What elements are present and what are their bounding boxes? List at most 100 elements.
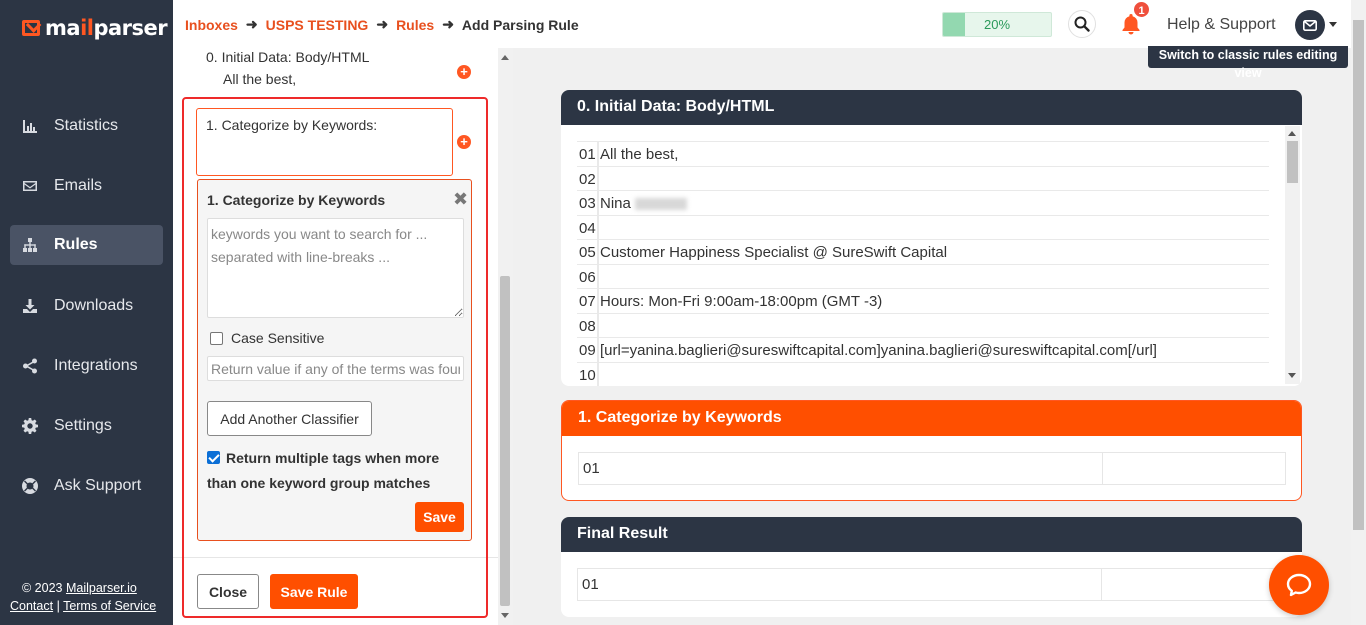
line-text bbox=[598, 362, 1269, 386]
list-item: 10 bbox=[577, 361, 1269, 386]
search-button[interactable] bbox=[1068, 10, 1096, 38]
line-content: Customer Happiness Specialist @ SureSwif… bbox=[600, 244, 948, 261]
add-step-icon[interactable]: + bbox=[457, 65, 471, 79]
scroll-down-icon[interactable] bbox=[501, 613, 509, 618]
table-row: 01 bbox=[577, 568, 1285, 601]
line-text bbox=[598, 264, 1269, 288]
list-item: 08 bbox=[577, 312, 1269, 338]
top-bar: Inboxes ➜ USPS TESTING ➜ Rules ➜ Add Par… bbox=[173, 0, 1366, 48]
highlight-outline bbox=[182, 97, 488, 618]
page-title: Add Parsing Rule bbox=[461, 16, 579, 33]
sidebar-item-downloads[interactable]: Downloads bbox=[10, 286, 163, 326]
sidebar-item-settings[interactable]: Settings bbox=[10, 406, 163, 446]
classic-view-button[interactable]: Switch to classic rules editing view bbox=[1148, 46, 1348, 80]
list-item: 07 Hours: Mon-Fri 9:00am-18:00pm (GMT -3) bbox=[577, 288, 1269, 314]
sidebar-item-integrations[interactable]: Integrations bbox=[10, 346, 163, 386]
line-number: 10 bbox=[577, 362, 598, 386]
arrow-right-icon: ➜ bbox=[376, 16, 389, 32]
chevron-down-icon[interactable] bbox=[1329, 22, 1337, 27]
list-item: 04 bbox=[577, 214, 1269, 240]
help-support-link[interactable]: Help & Support bbox=[1167, 16, 1276, 34]
sidebar-item-rules[interactable]: Rules bbox=[10, 225, 163, 265]
rule-step-initial-data[interactable]: 0. Initial Data: Body/HTML All the best, bbox=[206, 46, 369, 90]
final-result-card: Final Result 01 bbox=[561, 517, 1302, 617]
row-value bbox=[1102, 569, 1284, 600]
search-icon bbox=[1074, 16, 1090, 32]
terms-link[interactable]: Terms of Service bbox=[63, 599, 156, 613]
scrollbar-thumb[interactable] bbox=[1287, 141, 1298, 183]
list-item: 01 All the best, bbox=[577, 141, 1269, 167]
row-number: 01 bbox=[579, 453, 1103, 484]
categorize-card: 1. Categorize by Keywords 01 bbox=[561, 400, 1302, 501]
line-text bbox=[598, 313, 1269, 337]
mailparser-link[interactable]: Mailparser.io bbox=[66, 581, 137, 595]
list-item: 05 Customer Happiness Specialist @ SureSw… bbox=[577, 239, 1269, 265]
line-content: All the best, bbox=[600, 146, 679, 163]
line-text bbox=[598, 166, 1269, 190]
page-scrollbar[interactable] bbox=[1351, 0, 1366, 625]
initial-data-scrollbar[interactable] bbox=[1285, 126, 1300, 384]
usage-progress-bar[interactable]: 20% bbox=[942, 12, 1052, 37]
footer-separator: | bbox=[53, 599, 64, 613]
envelope-icon bbox=[1303, 19, 1317, 31]
line-number: 09 bbox=[577, 338, 598, 362]
logo-text: mailparser bbox=[45, 16, 168, 40]
progress-label: 20% bbox=[983, 17, 1011, 32]
sidebar-item-label: Downloads bbox=[54, 297, 134, 314]
scrollbar-thumb[interactable] bbox=[1353, 20, 1364, 530]
step-title: 0. Initial Data: Body/HTML bbox=[206, 49, 370, 65]
chat-support-button[interactable] bbox=[1269, 555, 1329, 615]
line-text: [url=yanina.baglieri@sureswiftcapital.co… bbox=[598, 338, 1269, 362]
rules-panel-scrollbar[interactable] bbox=[498, 48, 513, 625]
bar-chart-icon bbox=[22, 118, 38, 134]
row-value bbox=[1103, 453, 1285, 484]
account-menu-button[interactable] bbox=[1295, 10, 1325, 40]
sidebar-item-label: Integrations bbox=[54, 357, 138, 374]
redacted-text bbox=[634, 198, 687, 211]
contact-link[interactable]: Contact bbox=[10, 599, 53, 613]
arrow-right-icon: ➜ bbox=[245, 16, 258, 32]
sidebar-item-label: Statistics bbox=[54, 117, 119, 134]
list-item: 06 bbox=[577, 263, 1269, 289]
breadcrumb-inboxes[interactable]: Inboxes bbox=[185, 17, 238, 33]
line-content: Hours: Mon-Fri 9:00am-18:00pm (GMT -3) bbox=[600, 293, 883, 310]
download-icon bbox=[22, 298, 38, 314]
line-number: 03 bbox=[577, 191, 598, 215]
sitemap-icon bbox=[22, 237, 38, 253]
sidebar-item-emails[interactable]: Emails bbox=[10, 166, 163, 206]
line-text: All the best, bbox=[598, 142, 1269, 166]
sidebar-item-label: Settings bbox=[54, 417, 112, 434]
envelope-logo-icon bbox=[22, 20, 40, 36]
arrow-right-icon: ➜ bbox=[442, 16, 454, 32]
sidebar-item-label: Rules bbox=[54, 236, 98, 253]
envelope-icon bbox=[22, 178, 38, 194]
line-number: 08 bbox=[577, 313, 598, 337]
line-text bbox=[598, 215, 1269, 239]
breadcrumb-inbox[interactable]: USPS TESTING bbox=[266, 17, 369, 33]
line-number: 05 bbox=[577, 240, 598, 264]
line-text: Hours: Mon-Fri 9:00am-18:00pm (GMT -3) bbox=[598, 289, 1269, 313]
scroll-down-icon[interactable] bbox=[1288, 373, 1296, 378]
sidebar-item-label: Emails bbox=[54, 177, 103, 194]
row-number: 01 bbox=[578, 569, 1102, 600]
line-number: 04 bbox=[577, 215, 598, 239]
card-title: Final Result bbox=[561, 517, 1302, 552]
gear-icon bbox=[22, 418, 38, 434]
card-title: 0. Initial Data: Body/HTML bbox=[561, 90, 1302, 125]
table-row: 01 bbox=[578, 452, 1286, 485]
card-title: 1. Categorize by Keywords bbox=[562, 401, 1301, 436]
line-content: [url=yanina.baglieri@sureswiftcapital.co… bbox=[600, 342, 1157, 359]
list-item: 02 bbox=[577, 165, 1269, 191]
line-number: 01 bbox=[577, 142, 598, 166]
scroll-up-icon[interactable] bbox=[501, 55, 509, 60]
list-item: 03 Nina bbox=[577, 190, 1269, 216]
mailparser-logo[interactable]: mailparser bbox=[22, 14, 168, 42]
scroll-up-icon[interactable] bbox=[1288, 131, 1296, 136]
sidebar-item-ask-support[interactable]: Ask Support bbox=[10, 466, 163, 506]
step-preview: All the best, bbox=[223, 71, 297, 87]
sidebar-item-statistics[interactable]: Statistics bbox=[10, 106, 163, 146]
breadcrumb-rules[interactable]: Rules bbox=[396, 17, 434, 33]
initial-data-card: 0. Initial Data: Body/HTML 01 All the bes… bbox=[561, 90, 1302, 386]
scrollbar-thumb[interactable] bbox=[500, 276, 510, 606]
breadcrumb: Inboxes ➜ USPS TESTING ➜ Rules ➜ Add Par… bbox=[185, 16, 579, 33]
